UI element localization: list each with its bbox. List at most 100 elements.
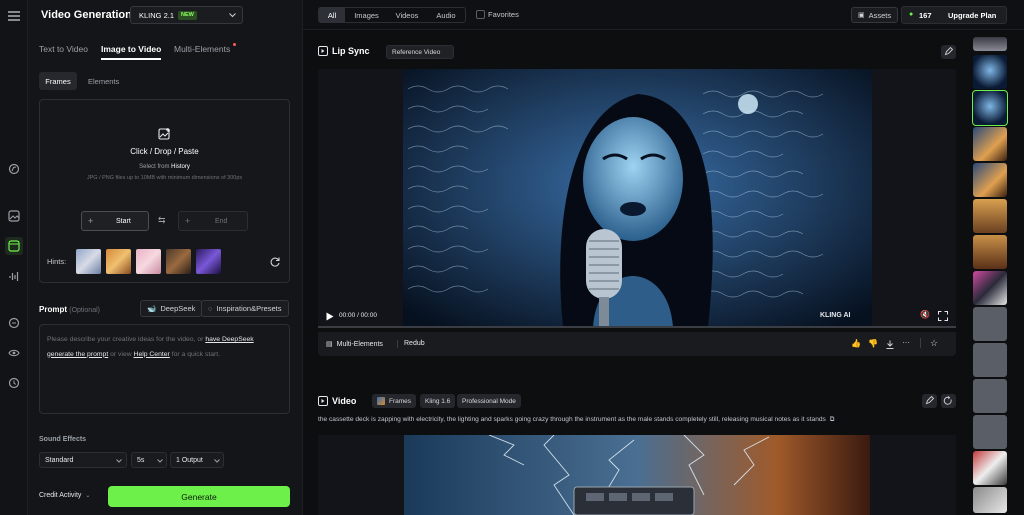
tab-text-to-video[interactable]: Text to Video (39, 44, 88, 54)
filter-images[interactable]: Images (348, 7, 385, 23)
copy-icon[interactable]: ⧉ (830, 416, 835, 423)
select-from-label: Select from (139, 164, 170, 170)
model-select[interactable]: KLING 2.1 NEW (130, 6, 243, 24)
credits-group: ● 167 Upgrade Plan (901, 6, 1007, 24)
edit-icon[interactable] (941, 45, 956, 59)
history-link[interactable]: History (171, 164, 190, 170)
cassette-artwork (404, 435, 870, 515)
refresh-icon[interactable] (270, 257, 280, 267)
mode-select[interactable]: Standard (39, 452, 127, 468)
video-frame-singer (403, 69, 872, 327)
history-thumbnail[interactable] (973, 415, 1007, 449)
model-chip: Kling 1.6 (420, 394, 456, 408)
redub-button[interactable]: Redub (404, 340, 425, 347)
hints-label: Hints: (47, 257, 67, 266)
filter-all[interactable]: All (319, 7, 345, 23)
hint-thumbnail[interactable] (136, 249, 161, 274)
star-icon[interactable]: ☆ (930, 338, 938, 349)
mode-chip: Professional Mode (457, 394, 521, 408)
filter-audio[interactable]: Audio (428, 7, 464, 23)
hint-thumbnail[interactable] (166, 249, 191, 274)
thumbs-up-icon[interactable]: 👍 (851, 339, 861, 348)
history-thumbnail[interactable] (973, 127, 1007, 161)
end-frame-slot[interactable]: + End (178, 211, 248, 231)
video-icon[interactable] (5, 237, 23, 255)
deepseek-label: DeepSeek (160, 304, 196, 313)
regenerate-icon[interactable] (941, 394, 956, 408)
prompt-placeholder: or view (110, 350, 132, 358)
new-dot (233, 43, 236, 46)
multi-elements-button[interactable]: ▤ Multi-Elements (326, 340, 383, 348)
reference-video-chip[interactable]: Reference Video (386, 45, 454, 59)
shield-icon[interactable] (5, 314, 23, 332)
chevron-down-icon (214, 459, 220, 463)
history-thumbnail[interactable] (973, 343, 1007, 377)
video-card-icon (318, 396, 328, 406)
help-center-link[interactable]: Help Center (134, 351, 170, 358)
credit-activity-button[interactable]: Credit Activity ⌄ (39, 492, 90, 499)
favorites-label[interactable]: Favorites (488, 10, 519, 19)
upgrade-plan-button[interactable]: Upgrade Plan (948, 11, 996, 20)
tab-multi-elements[interactable]: Multi-Elements (174, 44, 230, 54)
prompt-optional: (Optional) (69, 307, 100, 314)
hint-thumbnail[interactable] (196, 249, 221, 274)
deepseek-icon: 🐋 (147, 304, 157, 313)
upload-requirements: JPG / PNG files up to 10MB with minimum … (86, 175, 243, 181)
history-thumbnail[interactable] (973, 55, 1007, 89)
subtab-frames[interactable]: Frames (39, 72, 77, 90)
play-icon[interactable] (326, 312, 334, 321)
history-thumbnail[interactable] (973, 307, 1007, 341)
tab-image-to-video[interactable]: Image to Video (101, 44, 161, 54)
toolbar-divider (397, 340, 398, 348)
upload-title: Click / Drop / Paste (130, 147, 199, 156)
history-icon[interactable] (5, 374, 23, 392)
mute-icon[interactable]: 🔇 (920, 310, 930, 319)
history-thumbnail[interactable] (973, 271, 1007, 305)
subtab-elements[interactable]: Elements (88, 77, 119, 86)
card-title: Video (332, 396, 357, 406)
inspiration-label: Inspiration&Presets (216, 304, 282, 313)
credit-activity-label: Credit Activity (39, 492, 82, 499)
prompt-textarea[interactable]: Please describe your creative ideas for … (39, 324, 290, 414)
menu-icon[interactable] (5, 7, 23, 25)
chevron-down-icon (116, 459, 122, 463)
history-thumbnail[interactable] (973, 451, 1007, 485)
chevron-down-icon (229, 13, 236, 18)
prompt-placeholder: for a quick start. (171, 350, 221, 358)
favorites-checkbox[interactable] (476, 10, 485, 19)
fullscreen-icon[interactable] (938, 311, 948, 321)
history-thumbnail[interactable] (973, 37, 1007, 51)
video-frame-cassette (404, 435, 870, 515)
start-frame-slot[interactable]: + Start (81, 211, 149, 231)
generate-button[interactable]: Generate (108, 486, 290, 507)
history-thumbnail[interactable] (973, 163, 1007, 197)
deepseek-button[interactable]: 🐋 DeepSeek (140, 300, 203, 317)
chevron-down-icon (157, 459, 163, 463)
hint-thumbnail[interactable] (106, 249, 131, 274)
swap-icon[interactable]: ⇆ (158, 215, 166, 226)
inspiration-presets-button[interactable]: ◌ Inspiration&Presets (201, 300, 289, 317)
credit-balance: 167 (919, 11, 932, 20)
progress-bar[interactable] (318, 326, 956, 328)
thumbs-down-icon[interactable]: 👎 (868, 339, 878, 348)
edit-icon[interactable] (922, 394, 937, 408)
history-thumbnail[interactable] (973, 235, 1007, 269)
history-thumbnail[interactable] (973, 379, 1007, 413)
history-thumbnail[interactable] (973, 199, 1007, 233)
image-icon[interactable] (5, 207, 23, 225)
history-thumbnail-selected[interactable] (972, 90, 1008, 126)
explore-icon[interactable] (5, 160, 23, 178)
assets-button[interactable]: ▣ Assets (851, 7, 899, 23)
more-icon[interactable]: ··· (902, 338, 910, 347)
hint-thumbnail[interactable] (76, 249, 101, 274)
eye-icon[interactable] (5, 344, 23, 362)
filter-videos[interactable]: Videos (388, 7, 426, 23)
audio-icon[interactable] (5, 267, 23, 285)
download-icon[interactable] (886, 340, 894, 349)
model-name: KLING 2.1 (139, 11, 175, 20)
duration-select[interactable]: 5s (131, 452, 167, 468)
history-thumbnail[interactable] (973, 487, 1007, 513)
folder-icon: ▣ (858, 12, 865, 19)
layers-icon: ▤ (326, 341, 333, 348)
output-count-select[interactable]: 1 Output (170, 452, 224, 468)
